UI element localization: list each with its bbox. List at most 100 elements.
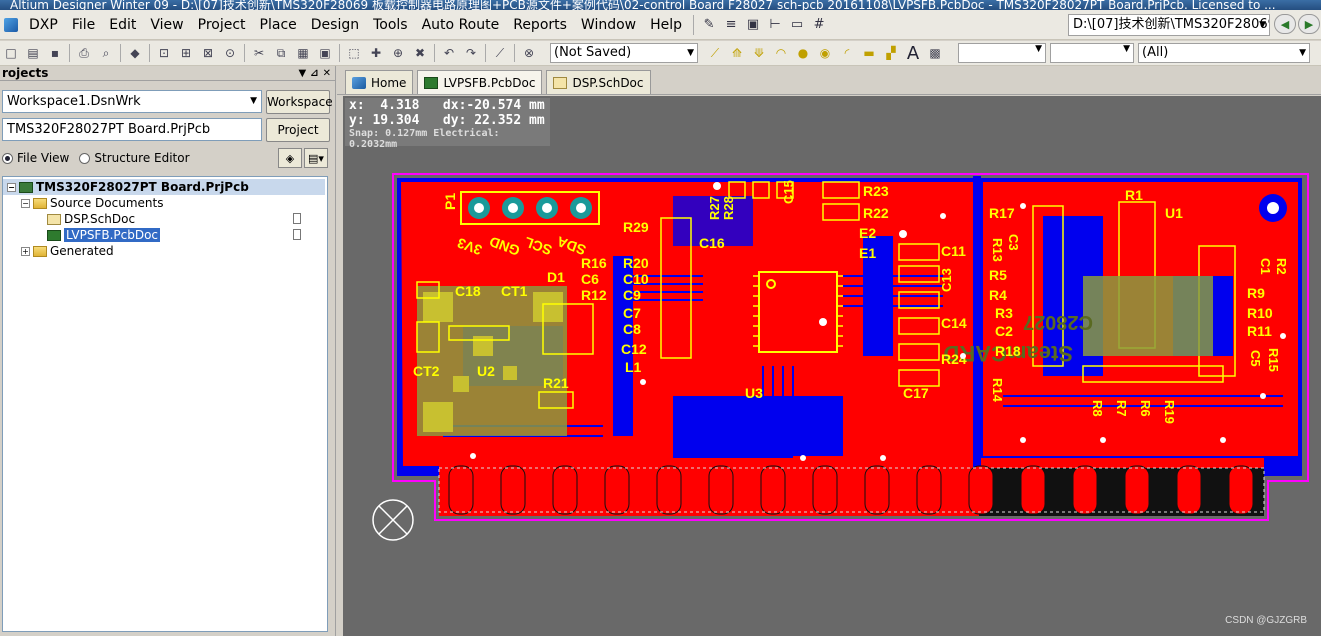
redo-icon[interactable]: ↷	[461, 43, 481, 63]
select-all-icon[interactable]: ⊕	[388, 43, 408, 63]
panel-menu-icon[interactable]: ▼	[299, 68, 307, 79]
workspace-row: Workspace1.DsnWrk ▼ Workspace	[2, 90, 333, 114]
save-icon[interactable]: ▪	[45, 43, 65, 63]
tree-item-source-documents[interactable]: − Source Documents	[3, 195, 325, 211]
fill-icon[interactable]: ▬	[859, 43, 879, 63]
mounting-hole-drill	[1267, 202, 1279, 214]
label-r20: R20	[623, 255, 649, 271]
undo-icon[interactable]: ↶	[439, 43, 459, 63]
arc-edge-icon[interactable]: ◜	[837, 43, 857, 63]
multi-route-icon[interactable]: ⟱	[749, 43, 769, 63]
3d-view-icon[interactable]: ◆	[125, 43, 145, 63]
deselect-icon[interactable]: ✖	[410, 43, 430, 63]
diff-pair-route-icon[interactable]: ⟰	[727, 43, 747, 63]
pcb-board-drawing[interactable]: C28027 SteamCARD P1 3V3 GND SCL SDA D1 C…	[343, 96, 1321, 636]
move-icon[interactable]: ✚	[366, 43, 386, 63]
dimension-icon[interactable]: ⊢	[764, 15, 786, 35]
zoom-filter-icon[interactable]: ⊙	[220, 43, 240, 63]
document-menu-icon[interactable]: ▤▾	[304, 148, 328, 168]
close-icon[interactable]: ✕	[323, 68, 331, 79]
layer-combo[interactable]: ▼	[958, 43, 1046, 63]
menu-auto-route[interactable]: Auto Route	[415, 10, 507, 40]
collapse-icon[interactable]: −	[21, 199, 30, 208]
menu-edit[interactable]: Edit	[102, 10, 143, 40]
label-c15: C15	[781, 180, 796, 204]
tree-item-generated[interactable]: + Generated	[3, 243, 325, 259]
copy-icon[interactable]: ⧉	[271, 43, 291, 63]
zoom-selected-icon[interactable]: ⊠	[198, 43, 218, 63]
chevron-down-icon: ▼	[687, 48, 694, 58]
tree-item-dsp-schdoc[interactable]: DSP.SchDoc	[3, 211, 325, 227]
zoom-area-icon[interactable]: ⊞	[176, 43, 196, 63]
menu-tools[interactable]: Tools	[366, 10, 415, 40]
projects-panel: rojects ▼ ⊿ ✕ Workspace1.DsnWrk ▼ Worksp…	[0, 66, 336, 636]
variant-combo[interactable]: (Not Saved) ▼	[550, 43, 698, 63]
tab-home[interactable]: Home	[345, 70, 414, 94]
room-icon[interactable]: ▭	[786, 15, 808, 35]
array-paste-icon[interactable]: ▩	[925, 43, 945, 63]
print-icon[interactable]: ⎙	[74, 43, 94, 63]
layers-icon[interactable]: ◈	[278, 148, 302, 168]
cut-icon[interactable]: ✂	[249, 43, 269, 63]
collapse-icon[interactable]: −	[7, 183, 16, 192]
pcb-canvas[interactable]: x: 4.318 dx:-20.574 mm y: 19.304 dy: 22.…	[343, 96, 1321, 636]
align-icon[interactable]: ≡	[720, 15, 742, 35]
structure-editor-label[interactable]: Structure Editor	[94, 151, 189, 165]
label-p1: P1	[442, 193, 458, 210]
chevron-down-icon: ▼	[1299, 48, 1306, 58]
class-combo[interactable]: ▼	[1050, 43, 1134, 63]
open-icon[interactable]: ▤	[23, 43, 43, 63]
menu-dxp[interactable]: DXP	[22, 10, 65, 40]
expand-icon[interactable]: +	[21, 247, 30, 256]
interactive-route-icon[interactable]: ⟋	[705, 43, 725, 63]
pad-icon[interactable]: ●	[793, 43, 813, 63]
cross-probe-icon[interactable]: ⟋	[490, 43, 510, 63]
label-r23: R23	[863, 183, 889, 199]
paste-icon[interactable]: ▦	[293, 43, 313, 63]
label-c2: C2	[995, 323, 1013, 339]
select-area-icon[interactable]: ⬚	[344, 43, 364, 63]
string-icon[interactable]: A	[903, 43, 923, 64]
highlight-icon[interactable]: ✎	[698, 15, 720, 35]
print-preview-icon[interactable]: ⌕	[96, 43, 116, 63]
menu-place[interactable]: Place	[253, 10, 304, 40]
menu-project[interactable]: Project	[191, 10, 253, 40]
zoom-fit-icon[interactable]: ⊡	[154, 43, 174, 63]
tab-lvpsfb-pcbdoc[interactable]: LVPSFB.PcbDoc	[417, 70, 543, 94]
workspace-combo[interactable]: Workspace1.DsnWrk ▼	[2, 90, 262, 113]
workspace-button[interactable]: Workspace	[266, 90, 333, 114]
menu-design[interactable]: Design	[304, 10, 366, 40]
forward-icon[interactable]: ▶	[1298, 14, 1320, 34]
dxp-logo-icon[interactable]	[4, 17, 18, 32]
grid-icon[interactable]: #	[808, 15, 830, 35]
structure-editor-radio[interactable]	[79, 152, 91, 164]
menu-file[interactable]: File	[65, 10, 102, 40]
origin-marker-icon	[372, 499, 414, 541]
tab-dsp-schdoc[interactable]: DSP.SchDoc	[546, 70, 651, 94]
project-field[interactable]: TMS320F28027PT Board.PrjPcb	[2, 118, 262, 141]
filter-combo[interactable]: (All) ▼	[1138, 43, 1310, 63]
back-icon[interactable]: ◀	[1274, 14, 1296, 34]
project-button[interactable]: Project	[266, 118, 330, 142]
polygon-icon[interactable]: ▞	[881, 43, 901, 63]
menu-help[interactable]: Help	[643, 10, 689, 40]
tree-item-lvpsfb-pcbdoc[interactable]: LVPSFB.PcbDoc	[3, 227, 325, 243]
menu-window[interactable]: Window	[574, 10, 643, 40]
menu-view[interactable]: View	[143, 10, 190, 40]
label-e2: E2	[859, 225, 876, 241]
tree-item-project[interactable]: − TMS320F28027PT Board.PrjPcb	[3, 179, 325, 195]
file-view-radio[interactable]	[2, 152, 13, 164]
new-icon[interactable]: □	[1, 43, 21, 63]
component-icon[interactable]: ▣	[742, 15, 764, 35]
label-r4: R4	[989, 287, 1007, 303]
file-view-label[interactable]: File View	[17, 151, 69, 165]
via-icon[interactable]: ◉	[815, 43, 835, 63]
browse-component-icon[interactable]: ⊗	[519, 43, 539, 63]
rubber-stamp-icon[interactable]: ▣	[315, 43, 335, 63]
menu-reports[interactable]: Reports	[506, 10, 574, 40]
label-c3: C3	[1006, 234, 1021, 251]
arc-icon[interactable]: ◠	[771, 43, 791, 63]
pin-icon[interactable]: ⊿	[310, 68, 318, 79]
project-path-value: D:\[07]技术创新\TMS320F28069	[1073, 17, 1270, 32]
project-path-combo[interactable]: D:\[07]技术创新\TMS320F28069 ▼	[1068, 14, 1270, 36]
